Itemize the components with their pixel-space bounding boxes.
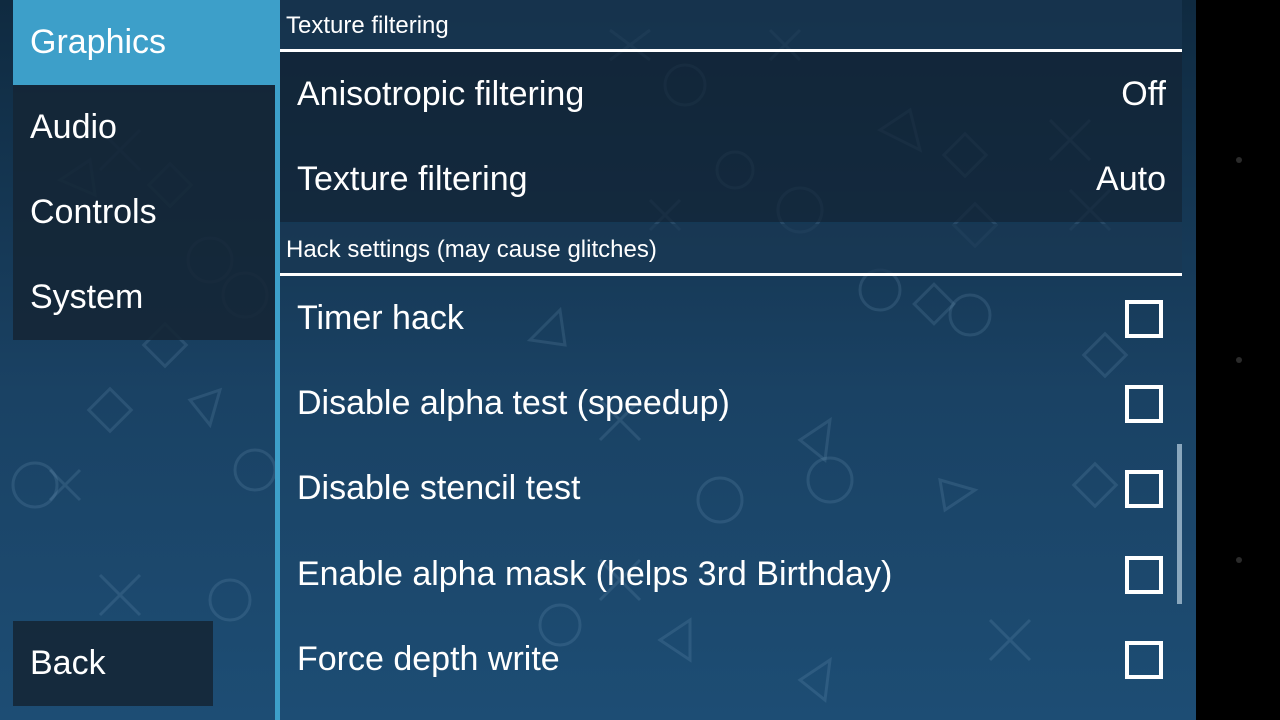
tab-graphics[interactable]: Graphics bbox=[13, 0, 276, 85]
force-depth-write-checkbox[interactable] bbox=[1125, 640, 1163, 679]
section-header-texture-filtering: Texture filtering bbox=[280, 0, 1182, 52]
nav-home-dot-icon[interactable] bbox=[1236, 357, 1242, 363]
tab-audio-label: Audio bbox=[30, 108, 117, 146]
setting-anisotropic-filtering[interactable]: Anisotropic filtering Off bbox=[280, 52, 1182, 137]
setting-enable-alpha-mask[interactable]: Enable alpha mask (helps 3rd Birthday) bbox=[280, 532, 1182, 617]
setting-label: Anisotropic filtering bbox=[297, 75, 585, 113]
setting-label: Timer hack bbox=[297, 299, 464, 337]
setting-disable-stencil-test[interactable]: Disable stencil test bbox=[280, 446, 1182, 531]
tab-system[interactable]: System bbox=[13, 255, 276, 340]
tab-audio[interactable]: Audio bbox=[13, 85, 276, 170]
setting-label: Enable alpha mask (helps 3rd Birthday) bbox=[297, 555, 893, 593]
settings-screen: Graphics Audio Controls System Back Text… bbox=[0, 0, 1196, 720]
scrollbar-thumb[interactable] bbox=[1177, 444, 1182, 604]
setting-label: Force depth write bbox=[297, 640, 560, 678]
section-header-label: Texture filtering bbox=[286, 12, 449, 39]
tab-controls[interactable]: Controls bbox=[13, 170, 276, 255]
setting-label: Texture filtering bbox=[297, 160, 528, 198]
timer-hack-checkbox[interactable] bbox=[1125, 299, 1163, 338]
setting-value: Auto bbox=[1096, 160, 1166, 198]
section-header-hack-settings: Hack settings (may cause glitches) bbox=[280, 224, 1182, 276]
setting-disable-alpha-test[interactable]: Disable alpha test (speedup) bbox=[280, 361, 1182, 446]
disable-alpha-test-checkbox[interactable] bbox=[1125, 384, 1163, 423]
tab-system-label: System bbox=[30, 278, 144, 316]
setting-timer-hack[interactable]: Timer hack bbox=[280, 276, 1182, 361]
back-button-label: Back bbox=[30, 644, 106, 682]
nav-back-dot-icon[interactable] bbox=[1236, 157, 1242, 163]
tab-graphics-label: Graphics bbox=[30, 23, 167, 61]
nav-recent-dot-icon[interactable] bbox=[1236, 557, 1242, 563]
setting-value: Off bbox=[1121, 75, 1166, 113]
setting-label: Disable alpha test (speedup) bbox=[297, 384, 730, 422]
tab-controls-label: Controls bbox=[30, 193, 157, 231]
setting-force-depth-write[interactable]: Force depth write bbox=[280, 617, 1182, 702]
enable-alpha-mask-checkbox[interactable] bbox=[1125, 555, 1163, 594]
setting-label: Disable stencil test bbox=[297, 469, 581, 507]
setting-texture-filtering[interactable]: Texture filtering Auto bbox=[280, 137, 1182, 222]
disable-stencil-test-checkbox[interactable] bbox=[1125, 469, 1163, 508]
section-header-label: Hack settings (may cause glitches) bbox=[286, 236, 657, 263]
back-button[interactable]: Back bbox=[13, 621, 213, 706]
